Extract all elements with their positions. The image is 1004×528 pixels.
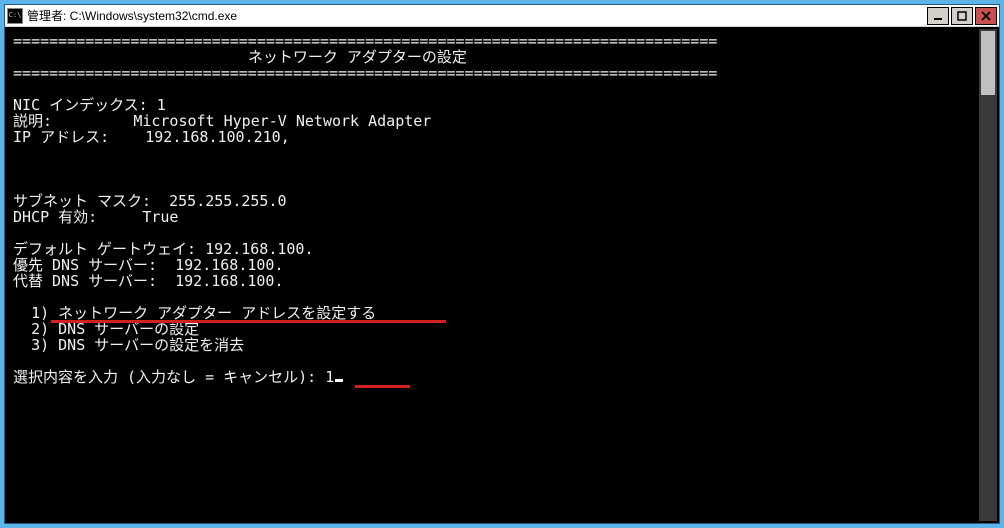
user-input[interactable]: 1 — [325, 368, 334, 386]
maximize-button[interactable] — [951, 7, 973, 25]
subnet-value: 255.255.255.0 — [169, 192, 286, 210]
rule-line: ========================================… — [13, 64, 717, 82]
cmd-icon: C:\ — [7, 8, 23, 24]
ip-label: IP アドレス: — [13, 128, 109, 146]
input-prompt: 選択内容を入力 (入力なし = キャンセル): — [13, 368, 316, 386]
highlight-underline-option1 — [51, 320, 446, 323]
console-output: ========================================… — [13, 33, 991, 385]
window-title: 管理者: C:\Windows\system32\cmd.exe — [27, 7, 927, 24]
minimize-button[interactable] — [927, 7, 949, 25]
dhcp-label: DHCP 有効: — [13, 208, 97, 226]
dhcp-value: True — [142, 208, 178, 226]
menu-option-3: 3) DNS サーバーの設定を消去 — [31, 336, 244, 354]
dns2-label: 代替 DNS サーバー: — [13, 272, 157, 290]
text-cursor — [335, 379, 343, 382]
dns2-value: 192.168.100. — [175, 272, 283, 290]
ip-value: 192.168.100.210, — [145, 128, 290, 146]
highlight-underline-input — [355, 385, 410, 388]
cmd-window: C:\ 管理者: C:\Windows\system32\cmd.exe ===… — [4, 4, 1000, 524]
console-client-area[interactable]: ========================================… — [5, 27, 999, 523]
window-buttons — [927, 7, 997, 25]
close-button[interactable] — [975, 7, 997, 25]
titlebar[interactable]: C:\ 管理者: C:\Windows\system32\cmd.exe — [5, 5, 999, 27]
